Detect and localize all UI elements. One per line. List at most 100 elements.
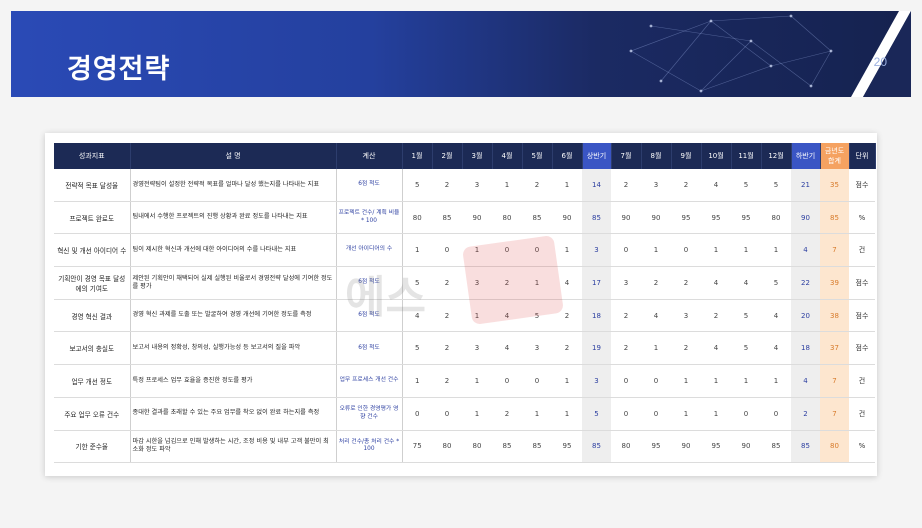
first-half-cell: 85 [582,430,611,464]
month-value-cell: 2 [552,299,582,333]
page-number: 20 [873,55,887,69]
month-value-cell: 2 [671,169,701,202]
year-total-cell: 85 [820,201,849,235]
description-cell: 경영전략팀이 설정한 전략적 목표를 얼마나 달성 했는지를 나타내는 지표 [130,169,337,202]
table-row: 업무 개선 정도 특정 프로세스 업무 효율을 증진한 정도를 평가 업무 프로세스… [54,364,875,398]
description-cell: 제안된 기획안이 채택되어 실제 실행된 비율로서 경영전략 달성에 기여한 정… [130,266,337,300]
month-value-cell: 90 [462,201,492,235]
unit-cell: % [849,430,875,464]
year-total-cell: 35 [820,169,849,202]
table-row: 기한 준수율 마감 시한을 넘김으로 인해 발생하는 시간, 조정 비용 및 내부… [54,430,875,464]
year-total-cell: 39 [820,266,849,300]
header-unit: 단위 [849,143,876,169]
month-value-cell: 95 [701,201,731,235]
header-description: 설 명 [130,143,337,169]
month-value-cell: 95 [552,430,582,464]
second-half-cell: 22 [791,266,820,300]
month-value-cell: 4 [731,266,761,300]
kpi-name-cell: 보고서의 충실도 [54,331,131,366]
table-row: 프로젝트 완료도 팀내에서 수행한 프로젝트의 진행 상황과 완료 정도를 나타내… [54,201,875,235]
month-value-cell: 4 [701,169,731,202]
unit-cell: 건 [849,364,875,398]
month-value-cell: 2 [522,169,552,202]
month-value-cell: 2 [611,299,641,333]
month-value-cell: 85 [432,201,462,235]
kpi-table: 성과지표 설 명 계산 1월 2월 3월 4월 5월 6월 상반기 7월 8월 … [54,143,876,464]
month-value-cell: 3 [462,331,492,366]
header-month: 8월 [641,143,672,169]
month-value-cell: 5 [761,169,791,202]
month-value-cell: 90 [552,201,582,235]
second-half-cell: 18 [791,331,820,366]
kpi-name-cell: 업무 개선 정도 [54,364,131,398]
month-value-cell: 4 [761,299,791,333]
table-row: 혁신 및 개선 아이디어 수 팀이 제시한 혁신과 개선에 대한 아이디어의 수를… [54,233,875,268]
calculation-cell: 처리 건수/총 처리 건수 * 100 [336,430,403,464]
header-month: 10월 [701,143,732,169]
month-value-cell: 0 [492,364,522,398]
table-header-row: 성과지표 설 명 계산 1월 2월 3월 4월 5월 6월 상반기 7월 8월 … [54,143,876,169]
month-value-cell: 2 [552,331,582,366]
month-value-cell: 0 [492,233,522,268]
month-value-cell: 0 [432,233,462,268]
slide: 경영전략 20 성과지표 설 명 계산 1월 2월 3월 4월 5월 6월 상반… [0,0,922,528]
month-value-cell: 3 [462,169,492,202]
month-value-cell: 1 [552,169,582,202]
kpi-name-cell: 기한 준수율 [54,430,131,464]
month-value-cell: 80 [492,201,522,235]
month-value-cell: 95 [641,430,671,464]
title-banner: 경영전략 20 [11,11,911,97]
year-total-cell: 7 [820,364,849,398]
month-value-cell: 4 [552,266,582,300]
month-value-cell: 3 [611,266,641,300]
unit-cell: 점수 [849,299,875,333]
unit-cell: 건 [849,397,875,431]
header-calculation: 계산 [336,143,403,169]
month-value-cell: 3 [671,299,701,333]
month-value-cell: 1 [671,397,701,431]
month-value-cell: 5 [731,331,761,366]
header-month: 4월 [492,143,523,169]
header-month: 9월 [671,143,702,169]
month-value-cell: 2 [701,299,731,333]
month-value-cell: 1 [522,397,552,431]
month-value-cell: 0 [432,397,462,431]
month-value-cell: 95 [731,201,761,235]
month-value-cell: 2 [671,331,701,366]
first-half-cell: 19 [582,331,611,366]
month-value-cell: 1 [761,364,791,398]
month-value-cell: 2 [432,266,462,300]
month-value-cell: 95 [671,201,701,235]
month-value-cell: 0 [671,233,701,268]
first-half-cell: 17 [582,266,611,300]
month-value-cell: 4 [701,266,731,300]
month-value-cell: 0 [611,397,641,431]
month-value-cell: 1 [731,364,761,398]
month-value-cell: 2 [671,266,701,300]
year-total-cell: 37 [820,331,849,366]
month-value-cell: 1 [522,266,552,300]
table-row: 보고서의 충실도 보고서 내용의 정확성, 창의성, 실행가능성 등 보고서의 질… [54,331,875,366]
month-value-cell: 1 [462,233,492,268]
month-value-cell: 1 [701,233,731,268]
month-value-cell: 0 [611,233,641,268]
first-half-cell: 3 [582,364,611,398]
month-value-cell: 5 [402,331,432,366]
second-half-cell: 20 [791,299,820,333]
calculation-cell: 6점 척도 [336,299,403,333]
month-value-cell: 2 [641,266,671,300]
month-value-cell: 1 [731,233,761,268]
header-month: 1월 [402,143,433,169]
month-value-cell: 2 [492,266,522,300]
header-month: 3월 [462,143,493,169]
unit-cell: 점수 [849,169,875,202]
year-total-cell: 7 [820,233,849,268]
table-row: 주요 업무 오류 건수 종대한 결과를 초래할 수 있는 주요 업무를 착오 없이… [54,397,875,431]
month-value-cell: 90 [671,430,701,464]
first-half-cell: 5 [582,397,611,431]
month-value-cell: 80 [432,430,462,464]
table-row: 전략적 목표 달성율 경영전략팀이 설정한 전략적 목표를 얼마나 달성 했는지를… [54,169,875,202]
year-total-cell: 7 [820,397,849,431]
kpi-name-cell: 주요 업무 오류 건수 [54,397,131,431]
table-row: 기획안이 경영 목표 달성에의 기여도 제안된 기획안이 채택되어 실제 실행된 … [54,266,875,300]
